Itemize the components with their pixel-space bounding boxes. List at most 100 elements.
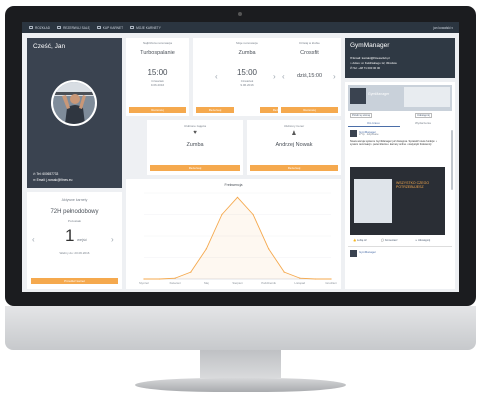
data-point xyxy=(236,196,239,198)
email-value: j.nowak@fitnes.eu xyxy=(46,178,73,182)
data-point xyxy=(283,271,285,273)
pass-name: 72H pełnodobowy xyxy=(50,209,99,215)
fb-like-label: Lubię to! xyxy=(356,239,367,242)
monitor-stand-neck xyxy=(200,350,281,378)
camera-dot xyxy=(238,12,242,16)
attendance-chart-card: Frekwencja Styczeń Kwiecień Maj Sierpień Paź… xyxy=(126,179,341,289)
facebook-feed: GymManager Polub tę stronę Udostępnij Oś… xyxy=(345,82,455,289)
data-point xyxy=(174,277,176,279)
next-booking-card: Najbliższa rezerwacja Turbospalanie 15:0… xyxy=(126,38,189,116)
fav-class-button[interactable]: Rezerwuj xyxy=(150,165,240,171)
x-tick-label: Listopad xyxy=(295,281,306,285)
fb-page-name: GymManager xyxy=(368,92,390,96)
user-menu[interactable]: jan kowalski ▾ xyxy=(433,26,453,30)
phone-value: 600657733 xyxy=(42,172,59,176)
fb-like-button[interactable]: Polub tę stronę xyxy=(350,113,373,118)
nav-item-schedule[interactable]: ROZKŁAD xyxy=(29,26,50,30)
fb-comment-label: Komentarz xyxy=(384,239,398,242)
fb-like-action[interactable]: 👍 Lubię to! xyxy=(353,239,367,242)
chevron-right-icon[interactable]: › xyxy=(273,73,276,81)
next-booking-date: 9.06.2016 xyxy=(150,83,165,87)
greeting: Cześć, Jan xyxy=(33,43,66,50)
next-booking-time: 15:00 xyxy=(147,68,168,77)
club-phone: ✆ Tel: +48 71 000 00 00 xyxy=(350,66,381,70)
next-booking-activity: Turbospalanie xyxy=(140,50,175,56)
fb-tab-timeline[interactable]: Oś czasu xyxy=(367,121,380,125)
club-phone-value: +48 71 000 00 00 xyxy=(358,66,381,70)
fb-share-button[interactable]: Udostępnij xyxy=(415,113,432,118)
fb-divider xyxy=(348,246,452,247)
today-time: dziś,15:00 xyxy=(296,73,323,79)
pass-title: Aktywne karnety xyxy=(61,198,88,202)
fb-page-logo xyxy=(350,88,366,104)
nav-label: KUP KARNET xyxy=(102,25,124,30)
attendance-chart: Styczeń Kwiecień Maj Sierpień Październik Lis… xyxy=(139,192,337,285)
fav-trainer-name: Andrzej Nowak xyxy=(275,142,313,148)
club-email-label: Email: xyxy=(353,56,361,60)
nav-item-my-passes[interactable]: MOJE KARNETY xyxy=(130,26,161,30)
next-booking-title: Najbliższa rezerwacja xyxy=(142,41,172,45)
fav-trainer-button[interactable]: Rezerwuj xyxy=(250,165,338,171)
my-bookings-button[interactable]: Rezerwuj xyxy=(196,107,234,113)
fb-post-avatar xyxy=(350,130,357,137)
fb-comment-action[interactable]: 💬 Komentarz xyxy=(381,239,398,242)
fb-tab-events[interactable]: Wydarzenia xyxy=(415,121,431,125)
data-point xyxy=(158,278,161,280)
today-club-card: Dzisiaj w klubie Crossfit ‹ dziś,15:00 ›… xyxy=(278,38,341,116)
nav-item-book-room[interactable]: REZERWUJ SALĘ xyxy=(57,26,90,30)
extend-pass-button[interactable]: Przedłuż karnet xyxy=(31,278,118,284)
pass-count: 1 xyxy=(65,226,75,245)
avatar-photo xyxy=(53,82,95,124)
fav-class-name: Zumba xyxy=(186,142,204,148)
fb-post-image-screens xyxy=(354,179,392,223)
data-point xyxy=(330,278,332,280)
chevron-left-icon[interactable]: ‹ xyxy=(32,236,35,244)
heart-icon: ♥ xyxy=(193,130,197,136)
monitor-stand-base xyxy=(135,378,346,392)
fb-share-action[interactable]: ↪ Udostępnij xyxy=(415,239,430,242)
club-address-label: Adres: xyxy=(352,61,361,65)
x-tick-label: Grudzień xyxy=(325,281,337,285)
today-button[interactable]: Rezerwuj xyxy=(281,107,338,113)
profile-phone: ✆ Tel: 600657733 xyxy=(33,172,59,176)
nav-item-buy-pass[interactable]: KUP KARNET xyxy=(96,25,124,30)
fb-share-label: Udostępnij xyxy=(417,239,431,242)
fb-post-image: WSZYSTKO CZEGO POTRZEBUJESZ xyxy=(350,167,445,235)
monitor-chin xyxy=(5,306,476,350)
fb-cover: GymManager xyxy=(348,85,452,111)
data-point xyxy=(252,213,254,216)
fb-scrollbar[interactable] xyxy=(451,130,453,190)
pass-remaining-label: Pozostało xyxy=(67,219,82,223)
today-title: Dzisiaj w klubie xyxy=(299,41,320,45)
club-info-card: GymManager ✉ Email: kontakt@fitnessclub.… xyxy=(345,38,455,78)
nav-label: MOJE KARNETY xyxy=(136,25,161,30)
calendar-icon xyxy=(57,26,62,29)
fav-trainer-card: Ulubiony trener ♟ Andrzej Nowak Rezerwuj xyxy=(247,120,341,175)
x-tick-label: Kwiecień xyxy=(170,281,182,285)
nav-label: REZERWUJ SALĘ xyxy=(63,25,90,30)
fb-banner-text: WSZYSTKO CZEGO POTRZEBUJESZ xyxy=(396,181,430,189)
fav-trainer-title: Ulubiony trener xyxy=(283,124,305,128)
card-icon xyxy=(96,26,101,29)
active-pass-card: Aktywne karnety 72H pełnodobowy Pozostał… xyxy=(27,192,122,289)
calendar-icon xyxy=(29,26,33,29)
fb-post-time: 27 lip. · Edytowane xyxy=(359,134,379,136)
email-label: Email: xyxy=(36,178,46,182)
next-booking-button[interactable]: Rezerwuj xyxy=(129,107,186,113)
data-point xyxy=(143,278,145,280)
fb-tab-underline xyxy=(348,125,400,127)
profile-email: ✉ Email: j.nowak@fitnes.eu xyxy=(33,178,73,182)
data-point xyxy=(205,248,207,250)
card-icon xyxy=(130,26,135,29)
profile-card: Cześć, Jan ✆ Tel: 600657733 ✉ Email: j.n… xyxy=(27,38,122,188)
chevron-right-icon[interactable]: › xyxy=(111,236,114,244)
chevron-right-icon[interactable]: › xyxy=(333,73,336,81)
data-point xyxy=(314,278,317,280)
pass-valid-until: Ważny do: 20.06.2016 xyxy=(59,251,90,255)
pass-unit: wejść xyxy=(77,237,88,242)
x-tick-label: Październik xyxy=(261,281,276,285)
today-activity: Crossfit xyxy=(300,50,319,56)
avatar xyxy=(51,80,97,126)
series-area xyxy=(144,197,331,279)
person-icon: ♟ xyxy=(291,131,297,137)
